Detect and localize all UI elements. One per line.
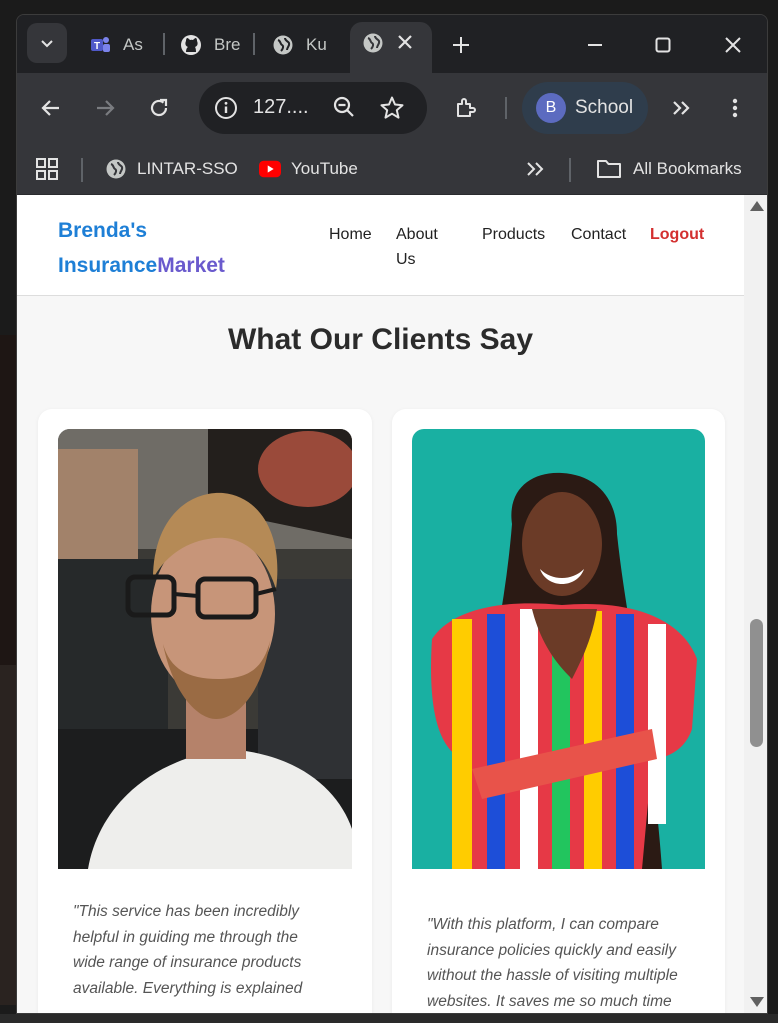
address-bar[interactable]: 127.... (199, 82, 427, 134)
brand-logo[interactable]: Brenda's InsuranceMarket (58, 213, 225, 283)
tab-label: Ku (306, 35, 327, 54)
client-photo (58, 429, 352, 869)
bookmark-youtube[interactable]: YouTube (259, 155, 358, 183)
kebab-menu-icon (732, 98, 738, 118)
nav-about[interactable]: About Us (396, 222, 438, 272)
site-info-icon[interactable] (211, 93, 241, 123)
youtube-icon (259, 158, 281, 180)
chevron-down-icon (41, 40, 53, 48)
quote-line: wide range of insurance products (73, 954, 302, 971)
nav-home[interactable]: Home (329, 222, 372, 247)
desktop-background (0, 335, 16, 1005)
testimonial-card: "This service has been incredibly helpfu… (38, 409, 372, 1013)
nav-logout[interactable]: Logout (650, 222, 704, 247)
testimonial-quote: "With this platform, I can compare insur… (427, 912, 697, 1013)
page-scrollbar[interactable] (744, 195, 767, 1013)
overflow-extensions-button[interactable] (663, 90, 699, 126)
new-tab-button[interactable] (445, 29, 477, 61)
avatar: B (536, 93, 566, 123)
browser-menu-button[interactable] (717, 90, 753, 126)
globe-icon (272, 34, 294, 56)
quote-line: without the hassle of visiting multiple (427, 967, 678, 984)
quote-line: "With this platform, I can compare (427, 916, 659, 933)
profile-name: School (575, 97, 634, 118)
scroll-up-arrow-icon[interactable] (750, 201, 764, 211)
double-chevron-right-icon (673, 101, 690, 115)
site-header: Brenda's InsuranceMarket Home About Us P… (17, 195, 744, 296)
scroll-down-arrow-icon[interactable] (750, 997, 764, 1007)
client-photo (412, 429, 705, 869)
url-text: 127.... (253, 96, 309, 118)
extensions-button[interactable] (448, 90, 484, 126)
apps-grid-icon (36, 158, 58, 180)
github-icon (180, 34, 202, 56)
tab-search-button[interactable] (27, 23, 67, 63)
apps-button[interactable] (35, 155, 59, 183)
teams-icon: T (89, 34, 111, 56)
quote-line: available. Everything is explained (73, 979, 303, 997)
brand-line-1: Brenda's (58, 219, 148, 242)
globe-icon (105, 158, 127, 180)
close-window-button[interactable] (715, 27, 751, 63)
arrow-left-icon (41, 100, 59, 116)
quote-line: insurance policies quickly and easily (427, 941, 676, 959)
zoom-icon[interactable] (332, 95, 356, 124)
arrow-right-icon (97, 100, 115, 116)
tab-separator (163, 33, 165, 55)
reload-button[interactable] (141, 90, 177, 126)
profile-chip[interactable]: B School (522, 82, 648, 134)
bookmark-separator (569, 158, 571, 182)
tab-close-icon[interactable] (396, 33, 414, 56)
testimonial-quote: "This service has been incredibly helpfu… (73, 899, 323, 1001)
svg-text:T: T (94, 41, 100, 52)
minimize-icon (588, 44, 602, 46)
maximize-button[interactable] (645, 27, 681, 63)
double-chevron-right-icon (527, 162, 544, 176)
tab-strip: T As Bre Ku (17, 15, 767, 74)
folder-icon (595, 158, 623, 180)
toolbar-divider (505, 97, 507, 119)
scrollbar-thumb[interactable] (750, 619, 763, 747)
minimize-button[interactable] (577, 27, 613, 63)
tab-separator (253, 33, 255, 55)
tab-label: As (123, 35, 143, 54)
taskbar-strip (0, 1014, 778, 1023)
tab-github[interactable]: Bre (180, 25, 240, 65)
forward-button[interactable] (87, 90, 123, 126)
testimonial-card: "With this platform, I can compare insur… (392, 409, 725, 1013)
brand-insurance: Insurance (58, 254, 158, 277)
section-title: What Our Clients Say (227, 323, 534, 356)
reload-icon (150, 98, 168, 117)
browser-window: T As Bre Ku 127.... B School LINTAR-SSO … (16, 14, 768, 1014)
bookmark-separator (81, 158, 83, 182)
tab-label: Bre (214, 35, 240, 54)
back-button[interactable] (33, 90, 69, 126)
brand-market: Market (157, 254, 225, 277)
close-icon (725, 37, 741, 53)
bookmarks-overflow-button[interactable] (525, 155, 545, 183)
plus-icon (453, 37, 469, 53)
tab-teams[interactable]: T As (89, 25, 151, 65)
bookmark-label: LINTAR-SSO (137, 159, 238, 178)
page-viewport: Brenda's InsuranceMarket Home About Us P… (17, 195, 767, 1013)
tab-active[interactable] (350, 22, 432, 74)
bookmark-star-icon[interactable] (379, 95, 405, 126)
puzzle-icon (457, 98, 476, 117)
nav-about-line2: Us (396, 251, 416, 268)
all-bookmarks-button[interactable]: All Bookmarks (595, 155, 742, 183)
bookmark-lintar-sso[interactable]: LINTAR-SSO (105, 155, 238, 183)
quote-line: "This service has been incredibly (73, 903, 300, 920)
bookmark-label: YouTube (291, 159, 358, 178)
all-bookmarks-label: All Bookmarks (633, 159, 742, 178)
tab-ku[interactable]: Ku (272, 25, 332, 65)
nav-about-line1: About (396, 226, 438, 243)
quote-line: websites. It saves me so much time (427, 992, 672, 1010)
quote-line: helpful in guiding me through the (73, 928, 298, 946)
nav-contact[interactable]: Contact (571, 222, 626, 247)
maximize-icon (655, 37, 671, 53)
nav-products[interactable]: Products (482, 222, 545, 247)
globe-icon (362, 32, 384, 59)
bookmarks-bar: LINTAR-SSO YouTube All Bookmarks (17, 143, 767, 195)
browser-toolbar: 127.... B School (17, 73, 767, 143)
